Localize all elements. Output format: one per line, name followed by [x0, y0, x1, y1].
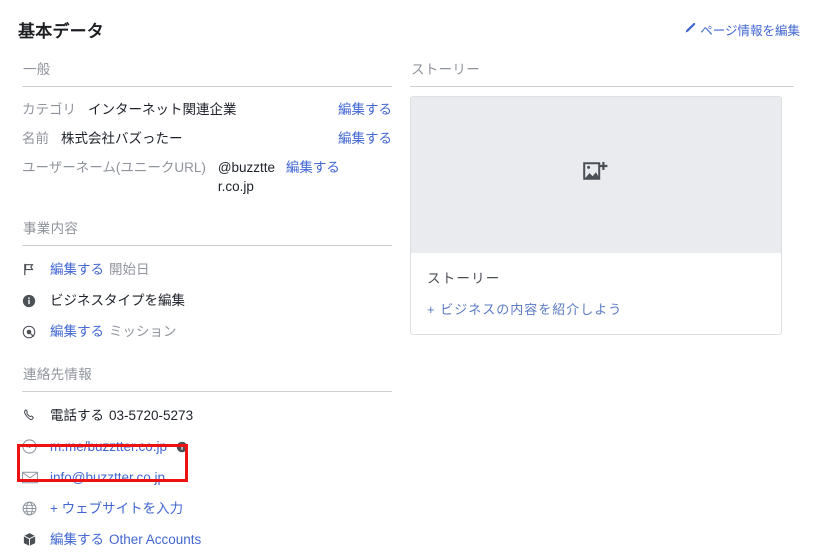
- list-item[interactable]: m.me/buzztter.co.jp: [22, 431, 392, 462]
- pencil-icon: [684, 22, 696, 37]
- row-text: 編集する 開始日: [50, 260, 150, 279]
- founded-label: 開始日: [109, 262, 150, 277]
- list-item[interactable]: 編集する ミッション: [22, 316, 392, 347]
- row-value: 株式会社バズったー: [61, 131, 183, 146]
- add-story-link[interactable]: + ビジネスの内容を紹介しよう: [427, 299, 765, 318]
- section-story: ストーリー ストーリー + ビジネスの内容を紹介しよう: [410, 52, 794, 335]
- list-item[interactable]: 編集する Other Accounts: [22, 524, 392, 555]
- email-link[interactable]: info@buzztter.co.jp: [50, 468, 165, 487]
- edit-business-type-label[interactable]: ビジネスタイプを編集: [50, 291, 185, 310]
- story-thumbnail-placeholder[interactable]: [411, 97, 781, 253]
- content-columns: 一般 カテゴリ インターネット関連企業 編集する 名前 株式会社バズったー 編集…: [0, 52, 818, 548]
- row-text: + ウェブサイトを入力: [50, 499, 183, 518]
- list-item[interactable]: 電話する 03-5720-5273: [22, 400, 392, 431]
- add-photo-icon: [583, 161, 609, 190]
- page-title: 基本データ: [18, 21, 104, 41]
- section-contact: 連絡先情報 電話する 03-5720-5273 m.me/buzztter.co…: [22, 357, 392, 555]
- story-card-title: ストーリー: [427, 271, 501, 286]
- envelope-icon: [22, 469, 44, 487]
- edit-founded-link[interactable]: 編集する: [50, 260, 104, 279]
- section-general-heading: 一般: [23, 62, 51, 77]
- row-text: ビジネスタイプを編集: [50, 291, 185, 310]
- table-row: 名前 株式会社バズったー 編集する: [22, 124, 392, 153]
- edit-page-info-label: ページ情報を編集: [700, 23, 800, 38]
- row-text: 編集する ミッション: [50, 322, 177, 341]
- row-text: info@buzztter.co.jp: [50, 468, 165, 487]
- target-icon: [22, 323, 44, 341]
- info-circle-icon: [22, 292, 44, 310]
- phone-number: 03-5720-5273: [109, 408, 194, 423]
- divider: [410, 86, 794, 87]
- phone-icon: [22, 407, 44, 425]
- section-general-body: カテゴリ インターネット関連企業 編集する 名前 株式会社バズったー 編集する …: [22, 87, 392, 201]
- list-item[interactable]: + ウェブサイトを入力: [22, 493, 392, 524]
- row-text: 編集する Other Accounts: [50, 530, 201, 549]
- story-card[interactable]: ストーリー + ビジネスの内容を紹介しよう: [410, 96, 782, 335]
- row-label: カテゴリ: [22, 102, 76, 117]
- section-business: 事業内容 編集する 開始日 ビジネスタイプを編集 編集する ミッション: [22, 211, 392, 347]
- row-label: ユーザーネーム(ユニークURL): [22, 160, 206, 175]
- section-story-heading: ストーリー: [411, 62, 480, 77]
- row-label: 名前: [22, 131, 49, 146]
- edit-username-link[interactable]: 編集する: [286, 158, 340, 177]
- list-item[interactable]: 編集する 開始日: [22, 254, 392, 285]
- list-item-email[interactable]: info@buzztter.co.jp: [22, 462, 392, 493]
- section-business-heading: 事業内容: [23, 221, 79, 236]
- section-business-body: 編集する 開始日 ビジネスタイプを編集 編集する ミッション: [22, 246, 392, 347]
- flag-icon: [22, 261, 44, 279]
- messenger-link[interactable]: m.me/buzztter.co.jp: [50, 437, 167, 456]
- info-badge-icon[interactable]: [176, 441, 188, 453]
- row-value: @buzztter.co.jp: [217, 160, 276, 194]
- add-website-link[interactable]: + ウェブサイトを入力: [50, 499, 183, 518]
- table-row: カテゴリ インターネット関連企業 編集する: [22, 95, 392, 124]
- edit-mission-link[interactable]: 編集する: [50, 322, 104, 341]
- row-value: インターネット関連企業: [88, 102, 237, 117]
- edit-other-accounts-link[interactable]: 編集する: [50, 530, 104, 549]
- right-column: ストーリー ストーリー + ビジネスの内容を紹介しよう: [410, 52, 818, 335]
- table-row: ユーザーネーム(ユニークURL) @buzztter.co.jp 編集する: [22, 153, 392, 201]
- mission-label: ミッション: [109, 324, 177, 339]
- section-contact-body: 電話する 03-5720-5273 m.me/buzztter.co.jp in…: [22, 392, 392, 555]
- globe-icon: [22, 500, 44, 518]
- list-item[interactable]: ビジネスタイプを編集: [22, 285, 392, 316]
- other-accounts-label: Other Accounts: [109, 532, 202, 547]
- edit-name-link[interactable]: 編集する: [338, 129, 392, 148]
- edit-category-link[interactable]: 編集する: [338, 100, 392, 119]
- story-card-body: ストーリー + ビジネスの内容を紹介しよう: [411, 253, 781, 334]
- cube-icon: [22, 531, 44, 549]
- row-text: m.me/buzztter.co.jp: [50, 437, 188, 456]
- call-link[interactable]: 電話する: [50, 406, 104, 425]
- left-column: 一般 カテゴリ インターネット関連企業 編集する 名前 株式会社バズったー 編集…: [0, 52, 410, 555]
- messenger-icon: [22, 438, 44, 456]
- page-header: 基本データ ページ情報を編集: [0, 12, 818, 46]
- section-general: 一般 カテゴリ インターネット関連企業 編集する 名前 株式会社バズったー 編集…: [22, 52, 392, 201]
- row-text: 電話する 03-5720-5273: [50, 406, 193, 425]
- section-contact-heading: 連絡先情報: [23, 367, 92, 382]
- edit-page-info-button[interactable]: ページ情報を編集: [684, 20, 800, 39]
